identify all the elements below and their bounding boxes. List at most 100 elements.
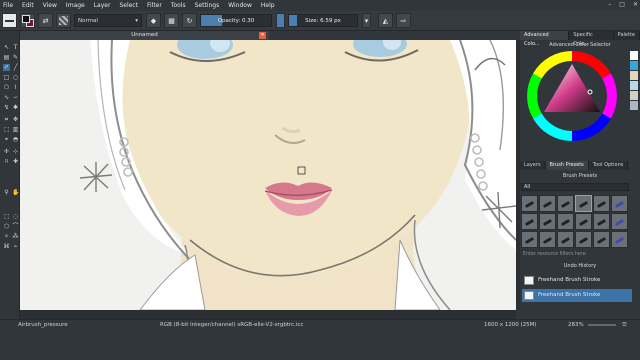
brush-preset[interactable] — [611, 213, 628, 230]
color-wheel[interactable] — [526, 50, 618, 142]
magnetic-select-icon[interactable]: ⌁ — [12, 243, 19, 250]
tab-tool-options[interactable]: Tool Options — [588, 161, 629, 170]
dynamic-brush-icon[interactable]: ↯ — [3, 104, 10, 111]
polygon-select-icon[interactable]: ⬡ — [3, 223, 10, 230]
ellipse-select-icon[interactable]: ◌ — [12, 213, 19, 220]
menu-filter[interactable]: Filter — [147, 2, 162, 9]
pan-tool-icon[interactable]: ✋ — [12, 189, 19, 196]
brush-preset[interactable] — [575, 213, 592, 230]
brush-preset[interactable] — [521, 213, 538, 230]
preserve-alpha-button[interactable]: ▦ — [164, 13, 179, 28]
brush-preset[interactable] — [575, 231, 592, 248]
freehand-brush-icon[interactable]: ✐ — [3, 64, 10, 71]
rectangle-tool-icon[interactable]: □ — [3, 74, 10, 81]
menu-layer[interactable]: Layer — [94, 2, 111, 9]
reload-preset-button[interactable]: ↻ — [182, 13, 197, 28]
zoom-menu-icon[interactable]: ☰ — [622, 322, 627, 328]
freehand-path-icon[interactable]: ∽ — [12, 94, 19, 101]
polygon-tool-icon[interactable]: ⬠ — [3, 84, 10, 91]
bezier-select-icon[interactable]: ⌘ — [3, 243, 10, 250]
brush-preset[interactable] — [539, 231, 556, 248]
palette-swatch[interactable] — [630, 61, 638, 70]
menu-select[interactable]: Select — [119, 2, 138, 9]
swap-colors-button[interactable]: ⇄ — [38, 13, 53, 28]
status-zoom[interactable]: 283% — [568, 322, 584, 328]
size-slider[interactable]: Size: 6.59 px — [288, 14, 358, 27]
document-tab[interactable]: Unnamed — [20, 31, 269, 40]
crop-tool-icon[interactable]: ⌗ — [3, 116, 10, 123]
menu-view[interactable]: View — [43, 2, 57, 9]
select-shapes-icon[interactable]: ↖ — [3, 44, 10, 51]
menu-image[interactable]: Image — [66, 2, 85, 9]
menu-window[interactable]: Window — [228, 2, 252, 9]
multibrush-icon[interactable]: ✱ — [12, 104, 19, 111]
brush-preset[interactable] — [611, 231, 628, 248]
text-tool-icon[interactable]: T — [12, 44, 19, 51]
brush-preset[interactable] — [521, 231, 538, 248]
horizontal-scrollbar[interactable] — [20, 310, 516, 319]
size-stepper-button[interactable]: ▾ — [362, 13, 371, 28]
fill-tool-icon[interactable]: ◓ — [12, 136, 19, 143]
tab-layers[interactable]: Layers — [520, 161, 546, 170]
brush-preset[interactable] — [557, 195, 574, 212]
history-item-current[interactable]: Freehand Brush Stroke — [522, 289, 632, 302]
close-tab-button[interactable]: ✕ — [259, 32, 266, 39]
bezier-tool-icon[interactable]: ∿ — [3, 94, 10, 101]
edit-shapes-icon[interactable]: ▤ — [3, 54, 10, 61]
palette-swatch[interactable] — [630, 51, 638, 60]
tab-brush-presets[interactable]: Brush Presets — [545, 161, 589, 170]
brush-preset[interactable] — [593, 231, 610, 248]
pattern-button[interactable] — [56, 13, 71, 28]
brush-preset[interactable] — [611, 195, 628, 212]
maximize-button[interactable]: □ — [619, 1, 625, 8]
polyline-tool-icon[interactable]: ⌇ — [12, 84, 19, 91]
drawing-canvas[interactable] — [20, 40, 516, 310]
menu-settings[interactable]: Settings — [195, 2, 220, 9]
similar-select-icon[interactable]: ⁂ — [12, 233, 19, 240]
ellipse-tool-icon[interactable]: ○ — [12, 74, 19, 81]
palette-swatch[interactable] — [630, 101, 638, 110]
assistant-tool-icon[interactable]: ✢ — [3, 148, 10, 155]
palette-swatch[interactable] — [630, 81, 638, 90]
rect-select-icon[interactable]: ⬚ — [3, 213, 10, 220]
minimize-button[interactable]: – — [608, 1, 611, 8]
menu-edit[interactable]: Edit — [22, 2, 34, 9]
brush-preset[interactable] — [539, 213, 556, 230]
tag-filter-select[interactable]: All — [521, 183, 629, 191]
brush-preset[interactable] — [539, 195, 556, 212]
zoom-tool-icon[interactable]: ⚲ — [3, 189, 10, 196]
tab-palette[interactable]: Palette — [613, 31, 640, 40]
brush-preset[interactable] — [593, 213, 610, 230]
tab-specific-color[interactable]: Specific Colo... — [569, 31, 614, 47]
menu-help[interactable]: Help — [261, 2, 275, 9]
close-window-button[interactable]: ✕ — [633, 1, 638, 8]
freehand-select-icon[interactable]: ⌒ — [12, 223, 19, 230]
resource-filter-input[interactable]: Enter resource filters here — [521, 251, 631, 259]
mirror-horizontal-button[interactable]: ◭ — [378, 13, 393, 28]
brush-preset-button[interactable] — [2, 13, 17, 28]
measure-tool-icon[interactable]: ⊹ — [12, 148, 19, 155]
brush-preset[interactable] — [557, 231, 574, 248]
opacity-lock-button[interactable] — [276, 13, 285, 28]
menu-file[interactable]: File — [3, 2, 13, 9]
color-picker-icon[interactable]: ⌖ — [3, 136, 10, 143]
line-tool-icon[interactable]: ╱ — [12, 64, 19, 71]
brush-preset[interactable] — [575, 195, 592, 212]
brush-preset[interactable] — [593, 195, 610, 212]
smart-patch-icon[interactable]: ✚ — [12, 158, 19, 165]
blend-mode-select[interactable]: Normal ▾ — [74, 14, 142, 27]
brush-preset[interactable] — [557, 213, 574, 230]
menu-tools[interactable]: Tools — [171, 2, 186, 9]
palette-swatch[interactable] — [630, 71, 638, 80]
opacity-slider[interactable]: Opacity: 0.30 — [200, 14, 272, 27]
palette-swatch[interactable] — [630, 91, 638, 100]
gradient-tool-icon[interactable]: ▥ — [12, 126, 19, 133]
fg-bg-color-button[interactable] — [20, 13, 35, 28]
calligraphy-icon[interactable]: ✎ — [12, 54, 19, 61]
reference-tool-icon[interactable]: ⌑ — [3, 158, 10, 165]
contiguous-select-icon[interactable]: ✧ — [3, 233, 10, 240]
transform-tool-icon[interactable]: ⬚ — [3, 126, 10, 133]
brush-preset[interactable] — [521, 195, 538, 212]
tab-advanced-color[interactable]: Advanced Colo... — [520, 31, 570, 47]
mirror-vertical-button[interactable]: ⇨ — [396, 13, 411, 28]
